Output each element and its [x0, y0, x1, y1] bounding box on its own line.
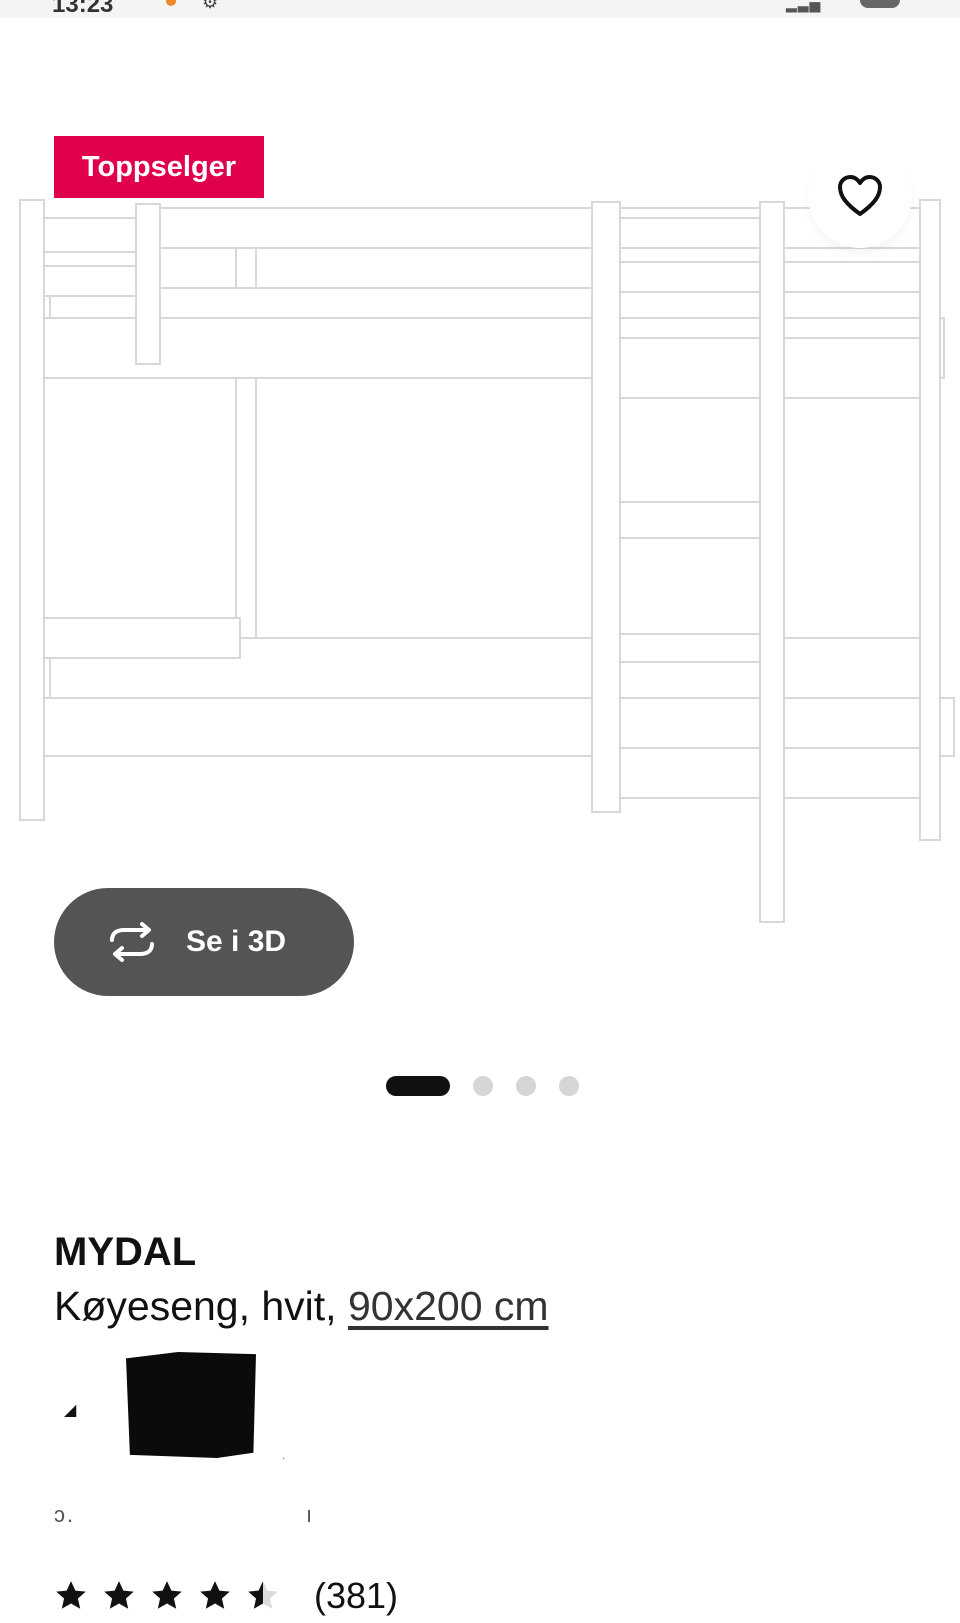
star-full-icon	[56, 1581, 86, 1609]
star-half-icon	[248, 1581, 278, 1609]
star-full-icon	[200, 1581, 230, 1609]
status-bar: 13:23 ⚙ ▂▃▅	[0, 0, 960, 19]
status-time: 13:23	[52, 0, 114, 18]
favorite-button[interactable]	[808, 144, 912, 248]
review-count[interactable]: (381)	[314, 1575, 398, 1617]
rotate-arrows-icon	[110, 922, 154, 962]
top-seller-badge: Toppselger	[54, 136, 264, 198]
carousel-dot-active[interactable]	[386, 1076, 450, 1096]
carousel-dot[interactable]	[473, 1076, 493, 1096]
product-description-text: Køyeseng, hvit,	[54, 1283, 337, 1329]
carousel-dot[interactable]	[559, 1076, 579, 1096]
rating-stars	[54, 1579, 294, 1613]
redacted-fragment: ◢	[64, 1402, 77, 1419]
carousel-pagination[interactable]	[386, 1075, 602, 1097]
redacted-fragment: .	[282, 1448, 286, 1462]
star-full-icon	[152, 1581, 182, 1609]
product-name: MYDAL	[54, 1230, 197, 1274]
product-description: Køyeseng, hvit, 90x200 cm	[54, 1283, 549, 1330]
redacted-price-block	[126, 1352, 256, 1458]
star-full-icon	[104, 1581, 134, 1609]
rating-row[interactable]: (381)	[54, 1574, 398, 1618]
product-image-carousel[interactable]: Toppselger Se i 3D	[0, 18, 960, 1098]
view-in-3d-button[interactable]: Se i 3D	[54, 888, 354, 996]
size-link[interactable]: 90x200 cm	[348, 1283, 549, 1329]
heart-outline-icon	[838, 175, 882, 216]
carousel-dot[interactable]	[516, 1076, 536, 1096]
view-in-3d-label: Se i 3D	[186, 925, 287, 958]
redacted-fragment: ı	[306, 1502, 313, 1527]
location-dot-icon	[166, 0, 176, 6]
redacted-fragment: ɔ.	[54, 1502, 76, 1527]
gear-icon: ⚙	[202, 0, 219, 12]
battery-icon	[860, 0, 900, 8]
signal-icon: ▂▃▅	[786, 0, 822, 12]
